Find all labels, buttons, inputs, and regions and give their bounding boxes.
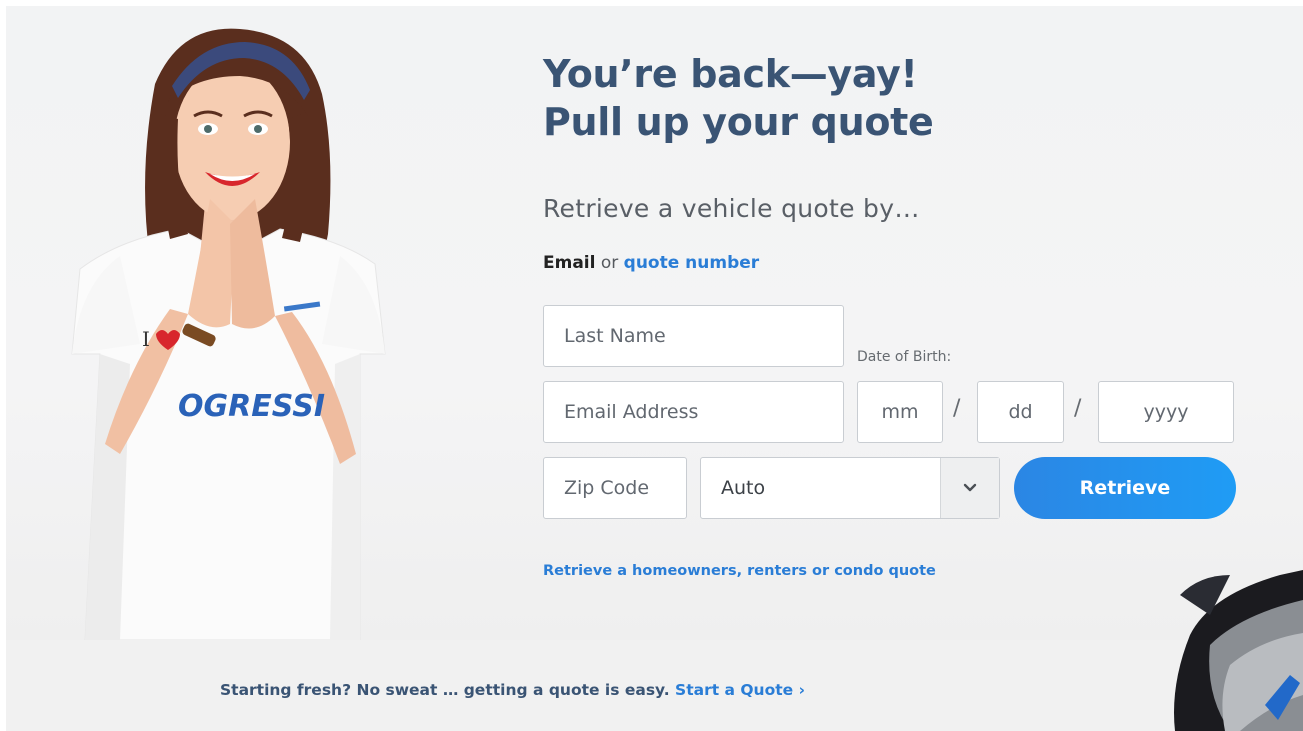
shirt-brand-text: OGRESSI bbox=[178, 389, 325, 424]
spokesperson-illustration: I OGRESSI bbox=[71, 28, 386, 640]
dob-day-input[interactable] bbox=[977, 381, 1064, 443]
mode-email-option[interactable]: Email bbox=[543, 253, 595, 273]
select-arrow-box[interactable] bbox=[940, 458, 999, 518]
retrieve-mode-selector: Email or quote number bbox=[543, 253, 759, 273]
dob-month-input[interactable] bbox=[857, 381, 943, 443]
footer-message: Starting fresh? No sweat … getting a quo… bbox=[220, 681, 670, 699]
email-address-input[interactable] bbox=[543, 381, 844, 443]
chevron-down-icon bbox=[963, 483, 977, 492]
footer-start-quote: Starting fresh? No sweat … getting a quo… bbox=[220, 681, 805, 699]
page-title-line-1: You’re back—yay! bbox=[543, 52, 918, 96]
dob-slash-2: / bbox=[1074, 396, 1082, 421]
page-title-line-2: Pull up your quote bbox=[543, 100, 934, 144]
start-quote-link[interactable]: Start a Quote › bbox=[675, 681, 805, 699]
last-name-input[interactable] bbox=[543, 305, 844, 367]
mode-separator: or bbox=[600, 253, 619, 273]
chevron-right-icon: › bbox=[798, 681, 805, 699]
retrieve-subheading: Retrieve a vehicle quote by… bbox=[543, 194, 920, 223]
retrieve-button[interactable]: Retrieve bbox=[1014, 457, 1236, 519]
page-title: You’re back—yay! Pull up your quote bbox=[543, 50, 1143, 146]
product-type-selected: Auto bbox=[721, 477, 766, 499]
decorative-device-image bbox=[1170, 555, 1303, 731]
spokesperson-image: I OGRESSI bbox=[60, 24, 400, 640]
retrieve-home-quote-link[interactable]: Retrieve a homeowners, renters or condo … bbox=[543, 563, 936, 579]
start-quote-link-label: Start a Quote bbox=[675, 681, 794, 699]
zip-code-input[interactable] bbox=[543, 457, 687, 519]
dob-year-input[interactable] bbox=[1098, 381, 1234, 443]
device-illustration bbox=[1174, 570, 1303, 731]
product-type-select[interactable]: Auto bbox=[700, 457, 1000, 519]
dob-slash-1: / bbox=[953, 396, 961, 421]
date-of-birth-label: Date of Birth: bbox=[857, 349, 952, 365]
mode-quote-number-link[interactable]: quote number bbox=[624, 253, 760, 273]
badge-text: I bbox=[142, 327, 150, 351]
